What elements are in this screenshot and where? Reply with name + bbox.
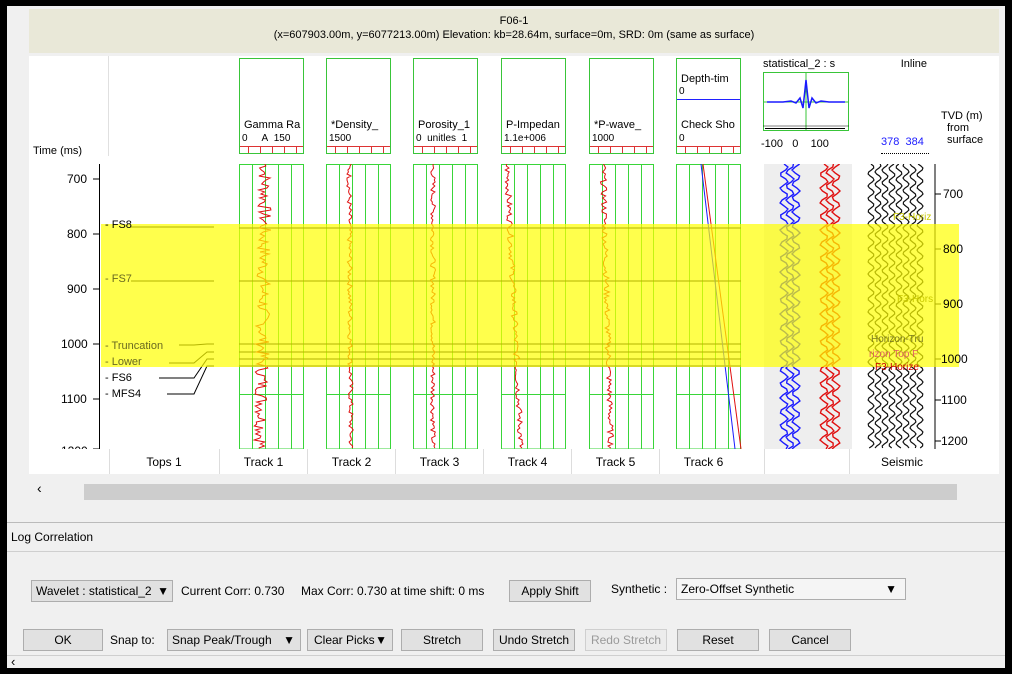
synthetic-label: Synthetic : (611, 582, 668, 596)
track-6-footer[interactable]: Track 6 (661, 455, 746, 469)
track-2-footer[interactable]: Track 2 (309, 455, 394, 469)
top-label-fs7[interactable]: - FS7 (105, 273, 132, 285)
reset-button[interactable]: Reset (677, 629, 759, 651)
correlation-window-highlight[interactable] (101, 224, 959, 367)
top-label-truncation[interactable]: - Truncation (105, 340, 163, 352)
tvd-tick: 800 (943, 242, 964, 256)
log-correlation-panel: Log Correlation Wavelet : statistical_2 ▼… (7, 522, 1005, 668)
well-info: (x=607903.00m, y=6077213.00m) Elevation:… (273, 29, 755, 41)
depth-time-axis (677, 99, 740, 100)
plot-body[interactable]: 700 800 900 1000 1100 1200 (29, 164, 999, 449)
tops-column-label[interactable]: Tops 1 (111, 455, 217, 469)
scroll-left-icon[interactable]: ‹ (11, 654, 15, 668)
track-3-footer[interactable]: Track 3 (397, 455, 482, 469)
track-1-scale: 0 A 150 (242, 133, 291, 144)
redo-stretch-button[interactable]: Redo Stretch (585, 629, 667, 651)
cancel-button[interactable]: Cancel (769, 629, 851, 651)
track-2-name: *Density_ (331, 119, 379, 131)
ok-button[interactable]: OK (23, 629, 103, 651)
track-6-name: Check Sho (681, 119, 735, 131)
track-5-header[interactable]: *P-wave_ 1000 (589, 58, 654, 154)
chevron-down-icon: ▼ (375, 633, 387, 647)
well-name: F06-1 (499, 15, 529, 27)
tvd-tick: 900 (943, 297, 964, 311)
tvd-axis-label: TVD (m) from surface (941, 110, 984, 146)
wavelet-header[interactable]: statistical_2 : s -100 0 100 (761, 58, 851, 154)
depth-time-scale: 0 (679, 86, 685, 97)
horizon-label: F3-Horize (875, 362, 919, 373)
track-footer: Tops 1 Track 1 Track 2 Track 3 Track 4 T… (29, 449, 999, 474)
stretch-button[interactable]: Stretch (401, 629, 483, 651)
track-6-scale: 0 (679, 133, 685, 144)
seismic-inline-ticks: 378 384 (881, 136, 924, 148)
horizon-label: Horizon-Tru (871, 334, 924, 345)
well-log-plot[interactable]: Time (ms) Gamma Ra 0 A 150 *Density_ 150… (29, 56, 999, 474)
synthetic-select[interactable]: Zero-Offset Synthetic ▼ (676, 578, 906, 600)
track-1-header[interactable]: Gamma Ra 0 A 150 (239, 58, 304, 154)
track-5-name: *P-wave_ (594, 119, 642, 131)
seismic-header[interactable]: Inline 378 384 (869, 58, 931, 154)
depth-time-name: Depth-tim (681, 73, 729, 85)
track-6-header[interactable]: Depth-tim 0 Check Sho 0 (676, 58, 741, 154)
wavelet-plot (763, 72, 849, 131)
undo-stretch-button[interactable]: Undo Stretch (493, 629, 575, 651)
track-5-footer[interactable]: Track 5 (573, 455, 658, 469)
tvd-tick: 1200 (941, 434, 968, 448)
tvd-tick: 700 (943, 187, 964, 201)
wavelet-name: statistical_2 : s (763, 58, 836, 70)
seismic-footer[interactable]: Seismic (867, 455, 937, 469)
log-correlation-window: F06-1 (x=607903.00m, y=6077213.00m) Elev… (7, 6, 1005, 668)
track-5-scale: 1000 (592, 133, 615, 144)
apply-shift-button[interactable]: Apply Shift (509, 580, 591, 602)
track-4-footer[interactable]: Track 4 (485, 455, 570, 469)
horizontal-scrollbar[interactable]: ‹ (29, 474, 999, 506)
track-3-header[interactable]: Porosity_1 0 unitles 1 (413, 58, 478, 154)
wavelet-ticks: -100 0 100 (761, 138, 829, 150)
seismic-inline-label: Inline (900, 58, 927, 70)
top-label-mfs4[interactable]: - MFS4 (105, 388, 141, 400)
wavelet-axis (765, 128, 845, 135)
horizon-label: rizon Top F (869, 349, 919, 360)
track-3-scale: 0 unitles 1 (416, 133, 468, 144)
horizon-label: F3-Horiz (893, 212, 932, 223)
wavelet-select[interactable]: Wavelet : statistical_2 ▼ (31, 580, 173, 602)
current-corr-text: Current Corr: 0.730 (181, 584, 285, 598)
snap-label: Snap to: (110, 633, 155, 647)
scroll-thumb[interactable] (84, 484, 957, 500)
snap-select[interactable]: Snap Peak/Trough ▼ (167, 629, 301, 651)
track-3-name: Porosity_1 (418, 119, 470, 131)
track-2-scale: 1500 (329, 133, 352, 144)
tvd-tick: 1100 (941, 393, 967, 407)
chevron-down-icon: ▼ (283, 633, 295, 647)
max-corr-text: Max Corr: 0.730 at time shift: 0 ms (301, 584, 485, 598)
top-label-lower[interactable]: - Lower (105, 356, 142, 368)
track-4-scale: 1.1e+006 (504, 133, 546, 144)
panel-horizontal-scrollbar[interactable]: ‹ (7, 654, 1005, 668)
scroll-left-icon[interactable]: ‹ (37, 480, 42, 496)
horizon-label: F3-Hors (897, 294, 934, 305)
clear-picks-button[interactable]: Clear Picks ▼ (307, 629, 393, 651)
chevron-down-icon: ▼ (157, 584, 169, 598)
track-2-header[interactable]: *Density_ 1500 (326, 58, 391, 154)
time-axis-label: Time (ms) (33, 145, 83, 157)
top-label-fs8[interactable]: - FS8 (105, 219, 132, 231)
track-4-name: P-Impedan (506, 119, 560, 131)
panel-title: Log Correlation (11, 530, 94, 544)
top-label-fs6[interactable]: - FS6 (105, 372, 132, 384)
header-divider (108, 56, 109, 156)
tvd-tick: 1000 (941, 352, 968, 366)
track-4-header[interactable]: P-Impedan 1.1e+006 (501, 58, 566, 154)
well-header: F06-1 (x=607903.00m, y=6077213.00m) Elev… (29, 9, 999, 53)
track-1-name: Gamma Ra (244, 119, 301, 131)
chevron-down-icon: ▼ (885, 582, 897, 596)
track-1-footer[interactable]: Track 1 (221, 455, 306, 469)
